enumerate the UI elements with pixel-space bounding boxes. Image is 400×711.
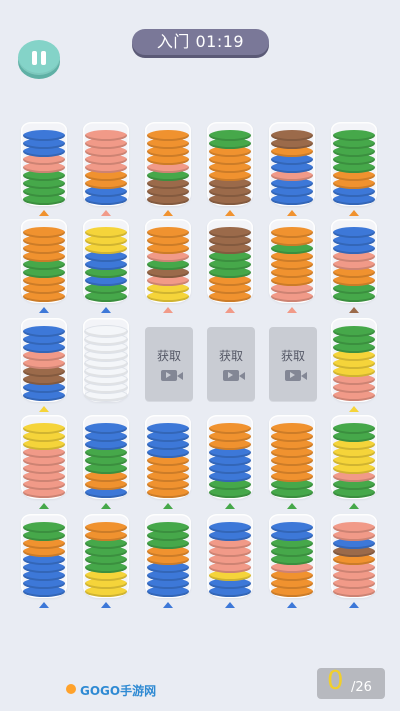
disc-white: [85, 326, 127, 337]
tube-4-5[interactable]: [331, 514, 377, 600]
tube-target-marker: [101, 602, 111, 608]
tube-3-3[interactable]: [207, 415, 253, 501]
disc-brown: [209, 227, 251, 238]
disc-salmon: [85, 130, 127, 141]
tube-2-0[interactable]: [21, 318, 67, 404]
tube-target-marker: [163, 210, 173, 216]
disc-blue: [85, 423, 127, 434]
disc-orange: [85, 522, 127, 533]
tube-target-marker: [101, 307, 111, 313]
disc-orange: [271, 423, 313, 434]
disc-blue: [271, 522, 313, 533]
disc-orange: [209, 423, 251, 434]
tube-3-4[interactable]: [269, 415, 315, 501]
tube-3-2[interactable]: [145, 415, 191, 501]
tube-target-marker: [287, 503, 297, 509]
disc-orange: [23, 227, 65, 238]
tube-0-0[interactable]: [21, 122, 67, 208]
tube-0-2[interactable]: [145, 122, 191, 208]
disc-orange: [147, 227, 189, 238]
tube-target-marker: [163, 503, 173, 509]
tube-4-4[interactable]: [269, 514, 315, 600]
locked-tube-slot[interactable]: 获取: [207, 327, 255, 401]
tube-target-marker: [349, 503, 359, 509]
disc-salmon: [333, 522, 375, 533]
tube-target-marker: [287, 210, 297, 216]
tube-target-marker: [349, 602, 359, 608]
tube-4-2[interactable]: [145, 514, 191, 600]
locked-slot-label: 获取: [280, 348, 305, 363]
tube-0-4[interactable]: [269, 122, 315, 208]
watermark: GOGO手游网: [80, 682, 156, 699]
disc-green: [209, 130, 251, 141]
disc-green: [23, 522, 65, 533]
tube-3-1[interactable]: [83, 415, 129, 501]
disc-blue: [209, 522, 251, 533]
tube-target-marker: [163, 307, 173, 313]
tube-4-3[interactable]: [207, 514, 253, 600]
disc-yellow: [23, 423, 65, 434]
tube-2-5[interactable]: [331, 318, 377, 404]
counter-total: /26: [351, 680, 372, 695]
tube-target-marker: [101, 503, 111, 509]
tube-3-0[interactable]: [21, 415, 67, 501]
tube-4-1[interactable]: [83, 514, 129, 600]
video-camera-icon: [223, 369, 245, 381]
tube-2-1[interactable]: [83, 318, 129, 404]
tube-target-marker: [39, 406, 49, 412]
disc-yellow: [85, 227, 127, 238]
locked-slot-label: 获取: [156, 348, 181, 363]
pause-icon-bar-right: [41, 50, 46, 65]
disc-brown: [271, 130, 313, 141]
tube-target-marker: [349, 307, 359, 313]
watermark-logo-icon: [66, 684, 76, 694]
tube-target-marker: [287, 307, 297, 313]
tube-target-marker: [225, 602, 235, 608]
tube-1-1[interactable]: [83, 219, 129, 305]
disc-green: [333, 326, 375, 337]
pause-icon-bar-left: [32, 50, 37, 65]
tube-target-marker: [101, 210, 111, 216]
tube-target-marker: [39, 307, 49, 313]
tube-target-marker: [39, 503, 49, 509]
locked-tube-slot[interactable]: 获取: [145, 327, 193, 401]
tube-target-marker: [225, 503, 235, 509]
tube-1-3[interactable]: [207, 219, 253, 305]
tube-0-5[interactable]: [331, 122, 377, 208]
locked-slot-label: 获取: [218, 348, 243, 363]
tube-0-1[interactable]: [83, 122, 129, 208]
tube-3-5[interactable]: [331, 415, 377, 501]
locked-tube-slot[interactable]: 获取: [269, 327, 317, 401]
tube-0-3[interactable]: [207, 122, 253, 208]
disc-blue: [23, 326, 65, 337]
pause-button[interactable]: [18, 40, 60, 75]
video-camera-icon: [161, 369, 183, 381]
disc-blue: [333, 227, 375, 238]
watermark-text: GOGO手游网: [80, 684, 157, 698]
tube-target-marker: [39, 602, 49, 608]
move-counter: 0 /26: [317, 666, 385, 699]
tube-target-marker: [287, 602, 297, 608]
tube-1-5[interactable]: [331, 219, 377, 305]
disc-blue: [23, 130, 65, 141]
tube-target-marker: [349, 210, 359, 216]
tube-1-0[interactable]: [21, 219, 67, 305]
disc-green: [333, 130, 375, 141]
disc-blue: [147, 423, 189, 434]
tube-target-marker: [349, 406, 359, 412]
tube-target-marker: [163, 602, 173, 608]
video-camera-icon: [285, 369, 307, 381]
tube-1-4[interactable]: [269, 219, 315, 305]
level-timer-badge: 入门 01:19: [132, 29, 269, 55]
tube-target-marker: [39, 210, 49, 216]
disc-orange: [147, 130, 189, 141]
tube-target-marker: [225, 307, 235, 313]
tube-4-0[interactable]: [21, 514, 67, 600]
counter-current: 0: [327, 666, 344, 696]
tube-1-2[interactable]: [145, 219, 191, 305]
tube-target-marker: [225, 210, 235, 216]
disc-green: [333, 423, 375, 434]
disc-orange: [271, 227, 313, 238]
disc-green: [147, 522, 189, 533]
